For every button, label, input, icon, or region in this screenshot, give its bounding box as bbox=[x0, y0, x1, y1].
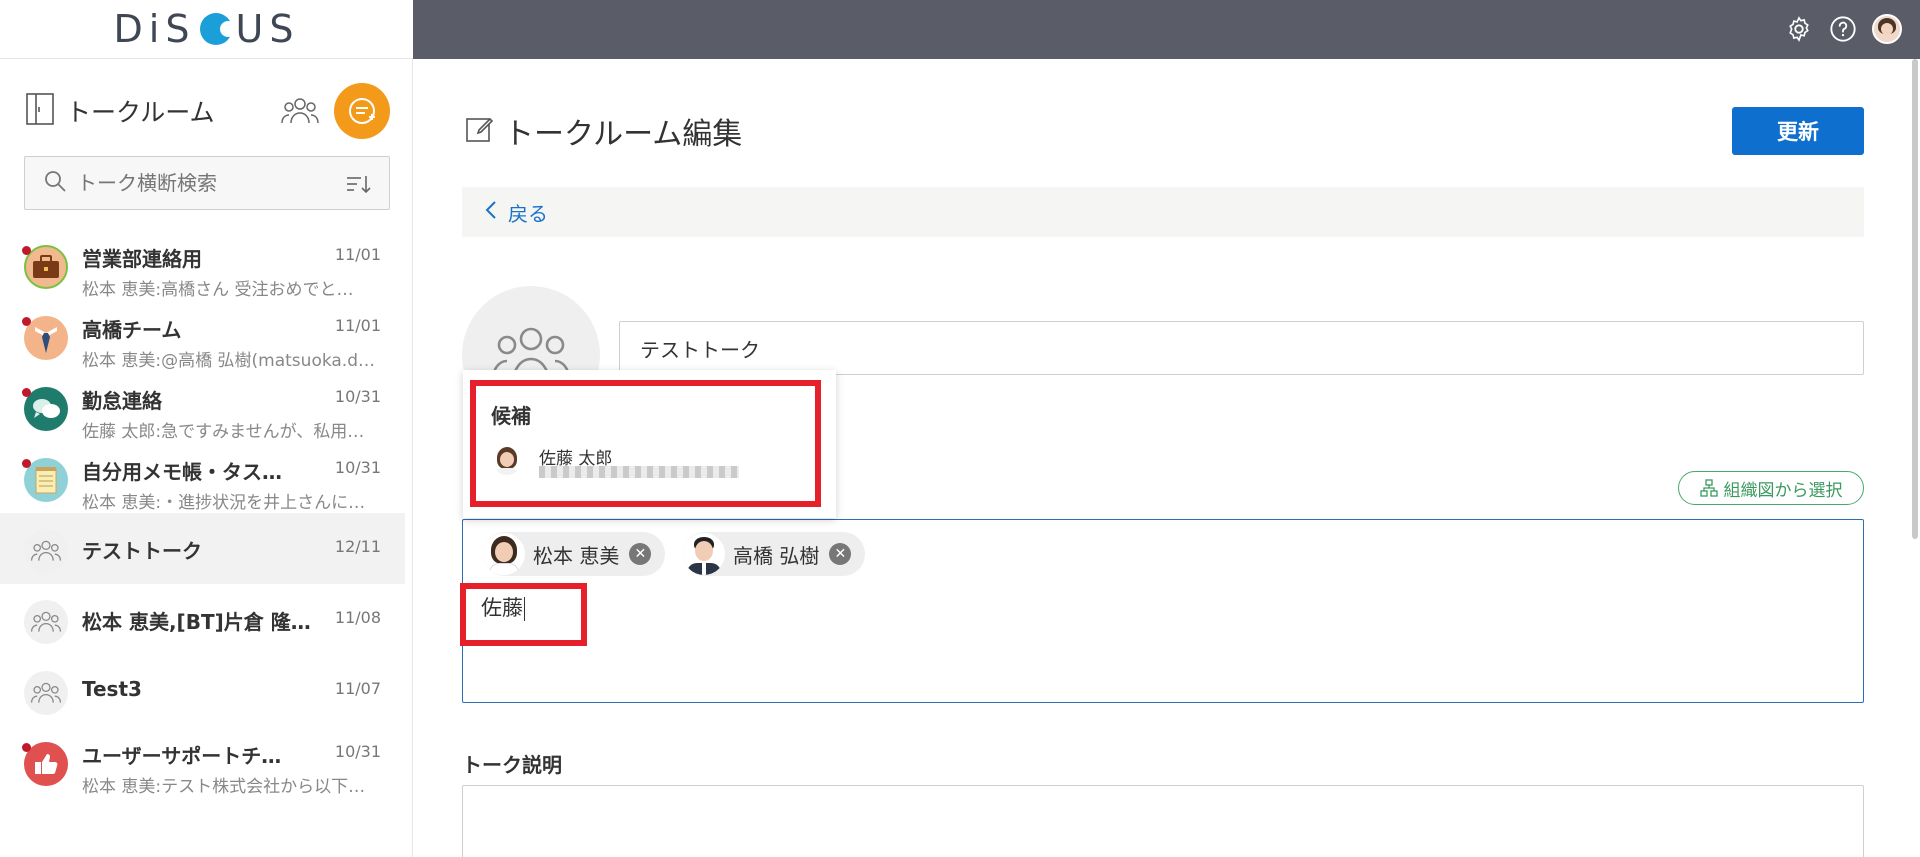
room-item[interactable]: 営業部連絡用 11/01 松本 恵美:高橋さん 受注おめでと… bbox=[0, 229, 405, 300]
sidebar: トークルーム 営業部連絡用 11/01 松本 恵美:高橋さん 受注おめでと… bbox=[0, 59, 413, 857]
remove-member-icon[interactable]: ✕ bbox=[629, 543, 652, 565]
members-icon[interactable] bbox=[280, 93, 320, 129]
room-date: 12/11 bbox=[334, 537, 381, 556]
group-icon bbox=[24, 529, 68, 573]
room-name: テストトーク bbox=[82, 539, 202, 563]
room-preview: 松本 恵美:テスト株式会社から以下… bbox=[82, 777, 366, 797]
chevron-left-icon bbox=[484, 199, 498, 226]
room-name: 高橋チーム bbox=[82, 318, 182, 342]
suggestion-label: 候補 bbox=[491, 404, 531, 428]
description-textarea[interactable] bbox=[462, 785, 1864, 857]
group-icon bbox=[24, 671, 68, 715]
logo-mark bbox=[199, 13, 236, 45]
member-avatar bbox=[483, 533, 525, 575]
brand-area: Di S US bbox=[0, 0, 413, 59]
room-item[interactable]: 勤怠連絡 10/31 佐藤 太郎:急ですみませんが、私用… bbox=[0, 371, 405, 442]
room-item[interactable]: Test3 11/07 bbox=[0, 655, 405, 726]
page-header: トークルーム編集 bbox=[464, 109, 742, 153]
member-avatar bbox=[683, 533, 725, 575]
sort-icon[interactable] bbox=[345, 173, 371, 199]
member-input-box[interactable]: 松本 恵美 ✕ 高橋 弘樹 ✕ 佐藤 bbox=[462, 519, 1864, 703]
group-icon bbox=[24, 600, 68, 644]
room-item[interactable]: 松本 恵美,[BT]片倉 隆… 11/08 bbox=[0, 584, 405, 655]
member-chip: 松本 恵美 ✕ bbox=[483, 532, 666, 576]
room-date: 11/01 bbox=[334, 245, 381, 264]
room-name-input[interactable] bbox=[619, 321, 1864, 375]
member-name: 松本 恵美 bbox=[533, 543, 620, 568]
unread-dot bbox=[22, 246, 31, 255]
search-icon bbox=[43, 169, 67, 197]
suggestion-avatar bbox=[492, 445, 522, 475]
room-item[interactable]: 高橋チーム 11/01 松本 恵美:@高橋 弘樹(matsuoka.d… bbox=[0, 300, 405, 371]
header-icons bbox=[1784, 14, 1902, 44]
main-scrollbar[interactable] bbox=[1912, 59, 1918, 539]
room-item[interactable]: ユーザーサポートチ… 10/31 松本 恵美:テスト株式会社から以下… bbox=[0, 726, 405, 797]
talk-search-box[interactable] bbox=[24, 156, 390, 210]
room-name: Test3 bbox=[82, 677, 142, 701]
gear-icon[interactable] bbox=[1784, 14, 1814, 44]
room-item-active[interactable]: テストトーク 12/11 bbox=[0, 513, 405, 584]
room-date: 11/08 bbox=[334, 608, 381, 627]
new-chat-icon bbox=[349, 98, 375, 124]
help-icon[interactable] bbox=[1828, 14, 1858, 44]
unread-dot bbox=[22, 388, 31, 397]
user-avatar[interactable] bbox=[1872, 14, 1902, 44]
room-list: 営業部連絡用 11/01 松本 恵美:高橋さん 受注おめでと… 高橋チーム 11… bbox=[0, 229, 413, 797]
member-search-text: 佐藤 bbox=[481, 596, 523, 620]
new-talk-button[interactable] bbox=[334, 83, 390, 139]
door-icon bbox=[24, 92, 56, 130]
back-label: 戻る bbox=[508, 201, 548, 226]
room-name: 勤怠連絡 bbox=[82, 389, 162, 413]
room-date: 11/01 bbox=[334, 316, 381, 335]
room-date: 10/31 bbox=[334, 742, 381, 761]
member-search-input[interactable]: 佐藤 bbox=[481, 592, 525, 622]
room-item[interactable]: 自分用メモ帳・タス… 10/31 松本 恵美:・進捗状況を井上さんに… bbox=[0, 442, 405, 513]
unread-dot bbox=[22, 317, 31, 326]
org-chart-icon bbox=[1699, 479, 1718, 497]
room-name: 営業部連絡用 bbox=[82, 247, 202, 271]
sidebar-title: トークルーム bbox=[66, 98, 215, 127]
room-date: 11/07 bbox=[334, 679, 381, 698]
member-name: 高橋 弘樹 bbox=[733, 543, 820, 568]
remove-member-icon[interactable]: ✕ bbox=[829, 543, 852, 565]
description-label: トーク説明 bbox=[462, 753, 562, 777]
room-preview: 佐藤 太郎:急ですみませんが、私用… bbox=[82, 422, 365, 442]
room-preview: 松本 恵美:・進捗状況を井上さんに… bbox=[82, 493, 366, 513]
room-preview: 松本 恵美:@高橋 弘樹(matsuoka.d… bbox=[82, 351, 376, 371]
sidebar-header: トークルーム bbox=[24, 83, 390, 139]
discus-logo[interactable]: Di S US bbox=[114, 7, 300, 51]
back-link[interactable]: 戻る bbox=[462, 187, 1864, 237]
talk-search-input[interactable] bbox=[77, 171, 337, 195]
edit-icon bbox=[464, 114, 494, 148]
redacted-email bbox=[539, 466, 739, 478]
org-chart-select-label: 組織図から選択 bbox=[1723, 480, 1843, 501]
room-preview: 松本 恵美:高橋さん 受注おめでと… bbox=[82, 280, 354, 300]
member-chip: 高橋 弘樹 ✕ bbox=[683, 532, 866, 576]
room-date: 10/31 bbox=[334, 458, 381, 477]
room-date: 10/31 bbox=[334, 387, 381, 406]
top-bar: Di S US bbox=[0, 0, 1920, 59]
suggestion-dropdown: 候補 佐藤 太郎 bbox=[463, 370, 836, 518]
text-caret bbox=[524, 597, 525, 621]
unread-dot bbox=[22, 459, 31, 468]
page-title: トークルーム編集 bbox=[504, 117, 743, 152]
header-bar bbox=[413, 0, 1920, 59]
org-chart-select-button[interactable]: 組織図から選択 bbox=[1678, 471, 1864, 505]
unread-dot bbox=[22, 743, 31, 752]
room-name: 松本 恵美,[BT]片倉 隆… bbox=[82, 610, 311, 634]
update-button[interactable]: 更新 bbox=[1732, 107, 1864, 155]
room-name: ユーザーサポートチ… bbox=[82, 744, 282, 768]
room-name: 自分用メモ帳・タス… bbox=[82, 460, 282, 484]
